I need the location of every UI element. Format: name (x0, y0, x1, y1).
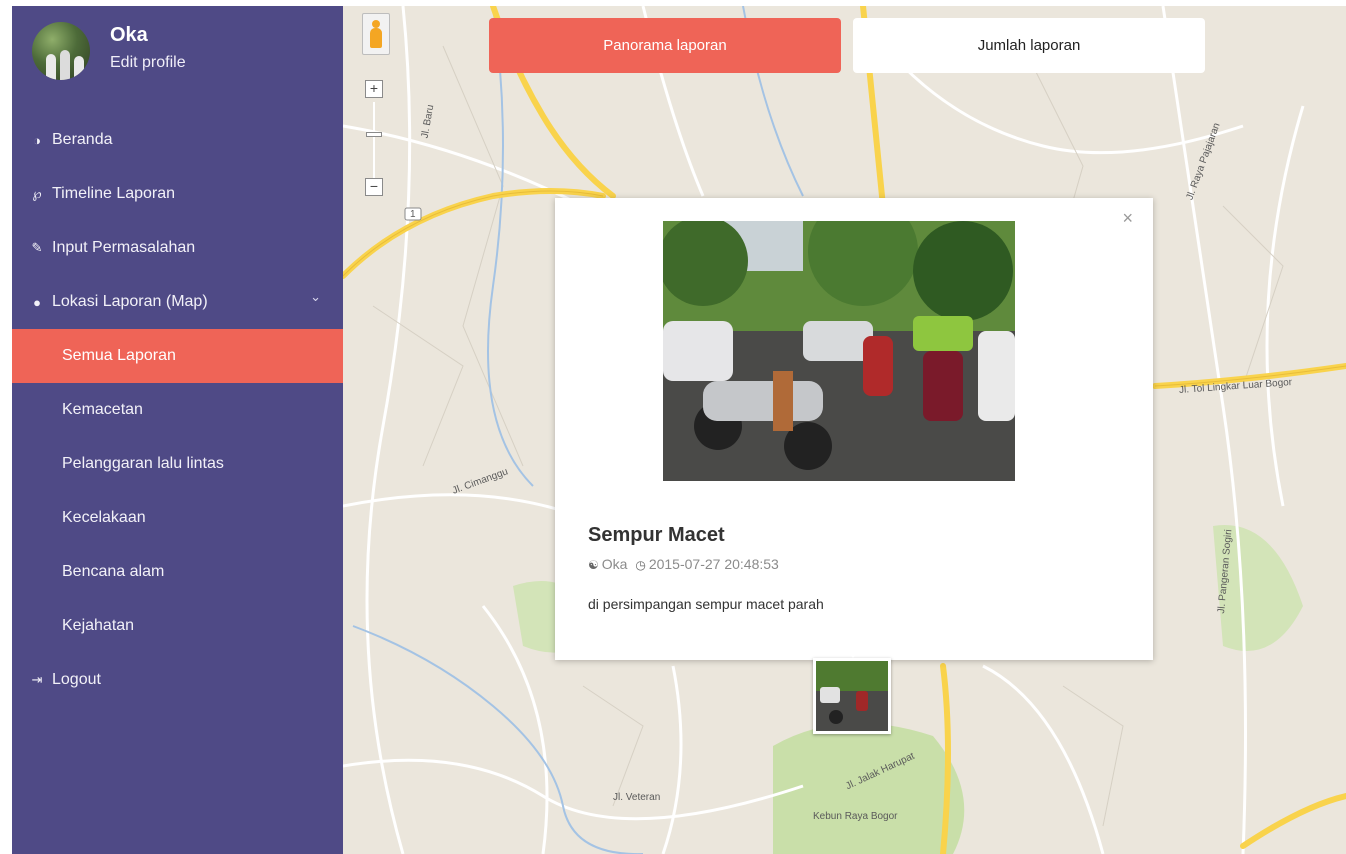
sidebar-subitem-pelanggaran[interactable]: Pelanggaran lalu lintas (12, 437, 343, 491)
sidebar-menu: ◑ Beranda ℘ Timeline Laporan ✎ Input Per… (12, 113, 343, 707)
report-author: Oka (601, 556, 628, 572)
report-photo-illustration (663, 221, 1015, 481)
sidebar-subitem-bencana[interactable]: Bencana alam (12, 545, 343, 599)
sidebar-item-label: Beranda (52, 131, 113, 148)
street-view-pegman-icon[interactable] (362, 13, 390, 55)
sidebar-subitem-kemacetan[interactable]: Kemacetan (12, 383, 343, 437)
map[interactable]: 1 Jl. Baru Jl. Cimanggu Jl. Tol Lingkar … (343, 6, 1346, 854)
profile-name: Oka (110, 24, 148, 46)
sidebar-item-timeline[interactable]: ℘ Timeline Laporan (12, 167, 343, 221)
report-photo (663, 221, 1015, 481)
report-title: Sempur Macet (588, 524, 725, 546)
sidebar-item-lokasi[interactable]: ● Lokasi Laporan (Map) ⌄ (12, 275, 343, 329)
chevron-down-icon: ⌄ (310, 289, 321, 304)
map-label-road-number: 1 (410, 209, 416, 220)
clock-icon: ◷ (635, 558, 646, 572)
sidebar-item-beranda[interactable]: ◑ Beranda (12, 113, 343, 167)
sidebar-item-label: Lokasi Laporan (Map) (52, 293, 208, 310)
avatar[interactable] (32, 22, 90, 80)
tab-jumlah-laporan[interactable]: Jumlah laporan (853, 18, 1205, 73)
report-description: di persimpangan sempur macet parah (588, 596, 824, 612)
edit-icon: ✎ (31, 240, 43, 255)
sidebar: Oka Edit profile ◑ Beranda ℘ Timeline La… (12, 6, 343, 854)
map-label-jl-veteran: Jl. Veteran (613, 792, 661, 803)
user-icon: ☯ (588, 558, 599, 572)
sidebar-subitem-semua-laporan[interactable]: Semua Laporan (12, 329, 343, 383)
sidebar-subitem-kejahatan[interactable]: Kejahatan (12, 599, 343, 653)
zoom-slider-track[interactable] (373, 102, 375, 180)
report-meta: ☯ Oka ◷ 2015-07-27 20:48:53 (588, 556, 779, 572)
report-datetime: 2015-07-27 20:48:53 (648, 556, 779, 572)
map-marker-icon: ● (33, 294, 41, 310)
tab-panorama-laporan[interactable]: Panorama laporan (489, 18, 841, 73)
dashboard-icon: ◑ (33, 132, 41, 148)
sidebar-item-label: Input Permasalahan (52, 239, 196, 256)
zoom-out-button[interactable]: − (365, 178, 383, 196)
logout-icon: ⇥ (31, 672, 43, 687)
report-map-marker[interactable] (813, 648, 891, 734)
edit-profile-link[interactable]: Edit profile (110, 54, 186, 72)
zoom-slider-handle[interactable] (366, 132, 382, 137)
timeline-icon: ℘ (32, 186, 42, 201)
report-popup: × Sempur Macet ☯ Oka ◷ 2015-07-27 20:48:… (555, 198, 1153, 660)
zoom-in-button[interactable]: + (365, 80, 383, 98)
marker-pointer (846, 648, 860, 658)
map-label-kebun-raya: Kebun Raya Bogor (813, 811, 898, 822)
sidebar-item-input[interactable]: ✎ Input Permasalahan (12, 221, 343, 275)
marker-thumbnail (816, 661, 888, 731)
sidebar-subitem-kecelakaan[interactable]: Kecelakaan (12, 491, 343, 545)
close-icon[interactable]: × (1122, 208, 1133, 229)
sidebar-item-logout[interactable]: ⇥ Logout (12, 653, 343, 707)
sidebar-item-label: Timeline Laporan (52, 185, 176, 202)
sidebar-item-label: Logout (52, 671, 101, 688)
